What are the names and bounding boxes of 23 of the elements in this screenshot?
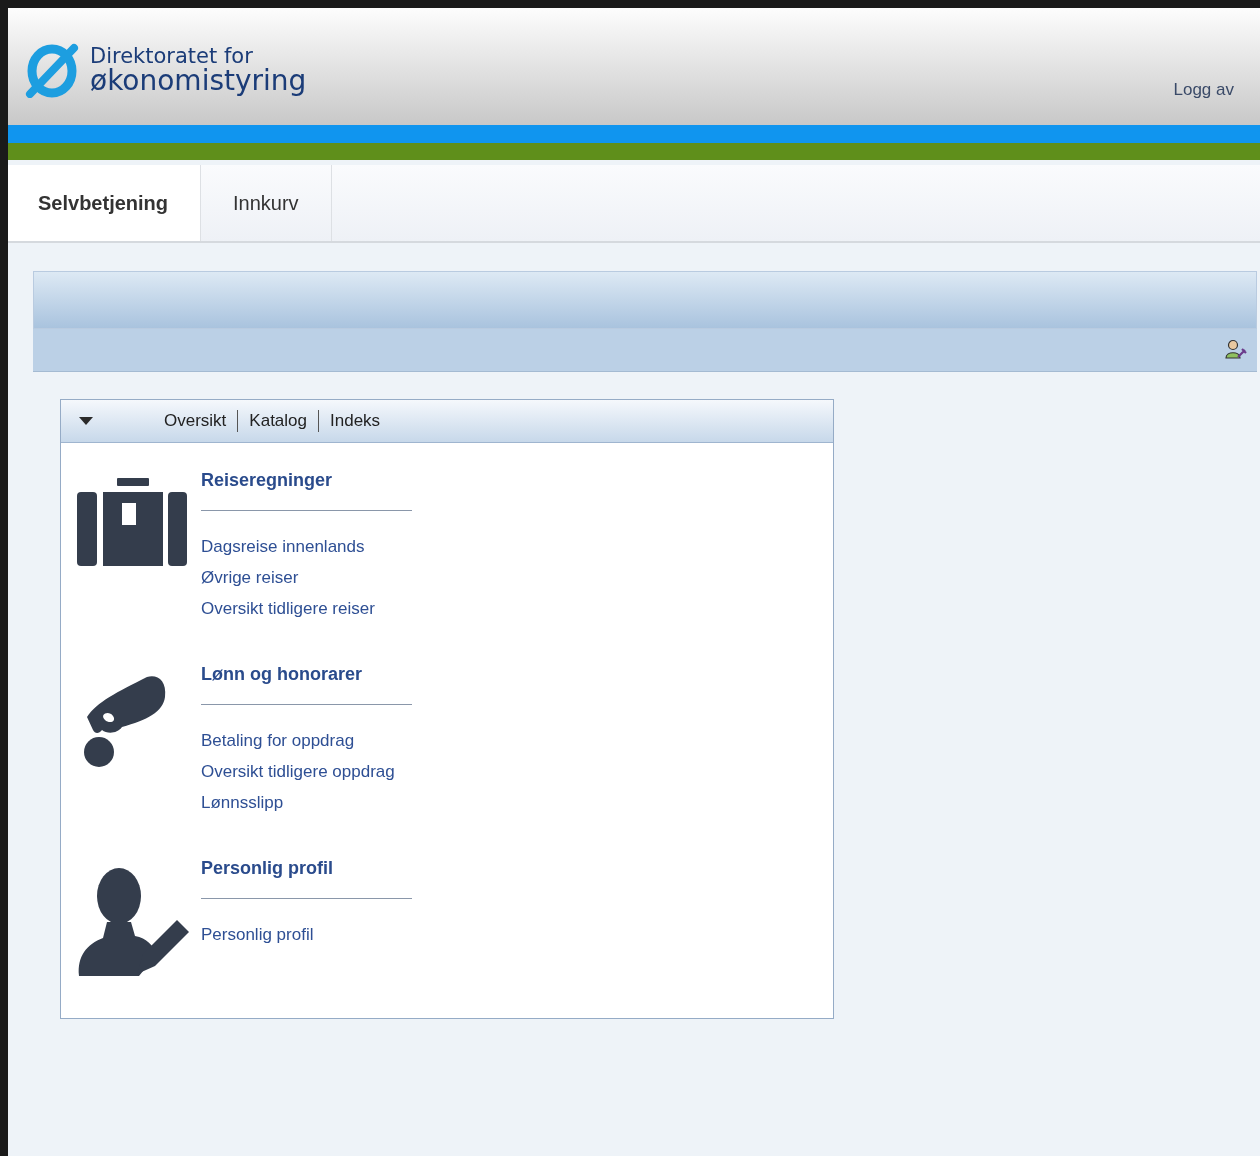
section-heading: Personlig profil [201,858,334,879]
menu-link[interactable]: Katalog [238,411,318,431]
tab[interactable]: Innkurv [201,165,332,241]
logout-link[interactable]: Logg av [1173,80,1234,100]
menu-link[interactable]: Personlig profil [201,919,412,950]
caret-icon[interactable] [79,417,93,425]
menu-link[interactable]: Dagsreise innenlands [201,531,412,562]
menu-link[interactable]: Oversikt [153,411,238,431]
menu-link[interactable]: Lønnsslipp [201,787,412,818]
section-heading: Lønn og honorarer [201,664,363,685]
logo-text: Direktoratet for [90,45,254,67]
user-settings-icon[interactable] [1225,339,1247,361]
logo-text: økonomistyring [90,66,307,95]
suitcase-icon [77,478,187,566]
menu-link[interactable]: Oversikt tidligere oppdrag [201,756,412,787]
menu-link[interactable]: Øvrige reiser [201,562,412,593]
person-edit-icon [77,866,189,978]
menu-link[interactable]: Indeks [319,411,392,431]
section-heading: Reiseregninger [201,470,334,491]
menu-link[interactable]: Oversikt tidligere reiser [201,593,412,624]
logo-icon [24,42,80,98]
menu-link[interactable]: Betaling for oppdrag [201,725,412,756]
tab[interactable]: Selvbetjening [8,165,202,241]
